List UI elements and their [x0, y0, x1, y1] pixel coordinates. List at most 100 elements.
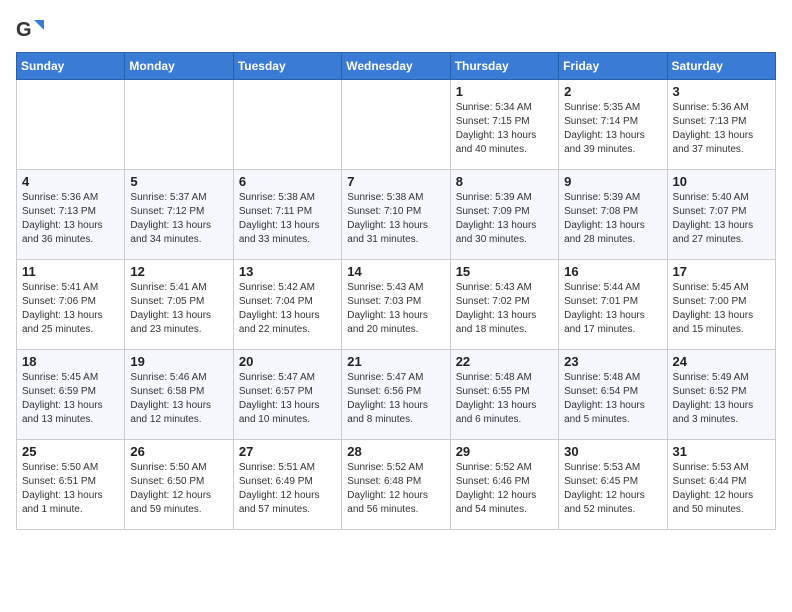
day-number: 17: [673, 264, 770, 279]
day-info: Sunrise: 5:39 AMSunset: 7:08 PMDaylight:…: [564, 191, 661, 247]
day-info: Sunrise: 5:43 AMSunset: 7:02 PMDaylight:…: [456, 281, 553, 337]
calendar-cell: 25 Sunrise: 5:50 AMSunset: 6:51 PMDayligh…: [17, 440, 125, 530]
calendar-cell: 10 Sunrise: 5:40 AMSunset: 7:07 PMDayligh…: [667, 170, 775, 260]
calendar-cell: 24 Sunrise: 5:49 AMSunset: 6:52 PMDayligh…: [667, 350, 775, 440]
week-row-4: 25 Sunrise: 5:50 AMSunset: 6:51 PMDayligh…: [17, 440, 776, 530]
day-info: Sunrise: 5:46 AMSunset: 6:58 PMDaylight:…: [130, 371, 227, 427]
calendar-cell: 6 Sunrise: 5:38 AMSunset: 7:11 PMDaylight…: [233, 170, 341, 260]
day-number: 26: [130, 444, 227, 459]
day-number: 11: [22, 264, 119, 279]
day-header-thursday: Thursday: [450, 53, 558, 80]
day-info: Sunrise: 5:53 AMSunset: 6:45 PMDaylight:…: [564, 461, 661, 517]
day-number: 2: [564, 84, 661, 99]
calendar-cell: 16 Sunrise: 5:44 AMSunset: 7:01 PMDayligh…: [559, 260, 667, 350]
day-number: 12: [130, 264, 227, 279]
day-info: Sunrise: 5:34 AMSunset: 7:15 PMDaylight:…: [456, 101, 553, 157]
calendar-cell: [342, 80, 450, 170]
day-number: 23: [564, 354, 661, 369]
day-info: Sunrise: 5:43 AMSunset: 7:03 PMDaylight:…: [347, 281, 444, 337]
calendar-cell: 29 Sunrise: 5:52 AMSunset: 6:46 PMDayligh…: [450, 440, 558, 530]
calendar-cell: 27 Sunrise: 5:51 AMSunset: 6:49 PMDayligh…: [233, 440, 341, 530]
logo-icon: G: [16, 16, 44, 44]
day-info: Sunrise: 5:37 AMSunset: 7:12 PMDaylight:…: [130, 191, 227, 247]
day-info: Sunrise: 5:48 AMSunset: 6:54 PMDaylight:…: [564, 371, 661, 427]
calendar-cell: 2 Sunrise: 5:35 AMSunset: 7:14 PMDaylight…: [559, 80, 667, 170]
calendar-cell: [233, 80, 341, 170]
day-info: Sunrise: 5:49 AMSunset: 6:52 PMDaylight:…: [673, 371, 770, 427]
calendar-cell: 8Sunrise: 5:39 AMSunset: 7:09 PMDaylight…: [450, 170, 558, 260]
day-number: 13: [239, 264, 336, 279]
day-info: Sunrise: 5:45 AMSunset: 7:00 PMDaylight:…: [673, 281, 770, 337]
calendar-body: 1 Sunrise: 5:34 AMSunset: 7:15 PMDaylight…: [17, 80, 776, 530]
calendar-cell: [125, 80, 233, 170]
day-number: 29: [456, 444, 553, 459]
day-header-friday: Friday: [559, 53, 667, 80]
calendar-cell: 13 Sunrise: 5:42 AMSunset: 7:04 PMDayligh…: [233, 260, 341, 350]
week-row-2: 11Sunrise: 5:41 AMSunset: 7:06 PMDayligh…: [17, 260, 776, 350]
day-number: 21: [347, 354, 444, 369]
calendar-cell: 18 Sunrise: 5:45 AMSunset: 6:59 PMDayligh…: [17, 350, 125, 440]
day-info: Sunrise: 5:41 AMSunset: 7:05 PMDaylight:…: [130, 281, 227, 337]
week-row-0: 1 Sunrise: 5:34 AMSunset: 7:15 PMDaylight…: [17, 80, 776, 170]
calendar-cell: 21 Sunrise: 5:47 AMSunset: 6:56 PMDayligh…: [342, 350, 450, 440]
day-info: Sunrise: 5:47 AMSunset: 6:56 PMDaylight:…: [347, 371, 444, 427]
day-number: 10: [673, 174, 770, 189]
calendar-cell: 31Sunrise: 5:53 AMSunset: 6:44 PMDayligh…: [667, 440, 775, 530]
calendar-cell: 23 Sunrise: 5:48 AMSunset: 6:54 PMDayligh…: [559, 350, 667, 440]
day-info: Sunrise: 5:51 AMSunset: 6:49 PMDaylight:…: [239, 461, 336, 517]
day-number: 18: [22, 354, 119, 369]
day-number: 16: [564, 264, 661, 279]
day-info: Sunrise: 5:35 AMSunset: 7:14 PMDaylight:…: [564, 101, 661, 157]
day-number: 27: [239, 444, 336, 459]
calendar-cell: 15Sunrise: 5:43 AMSunset: 7:02 PMDayligh…: [450, 260, 558, 350]
day-number: 30: [564, 444, 661, 459]
day-number: 20: [239, 354, 336, 369]
day-info: Sunrise: 5:45 AMSunset: 6:59 PMDaylight:…: [22, 371, 119, 427]
calendar-cell: 12 Sunrise: 5:41 AMSunset: 7:05 PMDayligh…: [125, 260, 233, 350]
calendar-cell: 3Sunrise: 5:36 AMSunset: 7:13 PMDaylight…: [667, 80, 775, 170]
calendar-cell: 30 Sunrise: 5:53 AMSunset: 6:45 PMDayligh…: [559, 440, 667, 530]
day-number: 22: [456, 354, 553, 369]
calendar-cell: 17 Sunrise: 5:45 AMSunset: 7:00 PMDayligh…: [667, 260, 775, 350]
week-row-3: 18 Sunrise: 5:45 AMSunset: 6:59 PMDayligh…: [17, 350, 776, 440]
week-row-1: 4 Sunrise: 5:36 AMSunset: 7:13 PMDaylight…: [17, 170, 776, 260]
calendar-cell: 5 Sunrise: 5:37 AMSunset: 7:12 PMDaylight…: [125, 170, 233, 260]
day-number: 14: [347, 264, 444, 279]
day-number: 24: [673, 354, 770, 369]
svg-text:G: G: [16, 19, 32, 41]
day-info: Sunrise: 5:48 AMSunset: 6:55 PMDaylight:…: [456, 371, 553, 427]
day-info: Sunrise: 5:38 AMSunset: 7:11 PMDaylight:…: [239, 191, 336, 247]
calendar-cell: 22 Sunrise: 5:48 AMSunset: 6:55 PMDayligh…: [450, 350, 558, 440]
calendar-table: SundayMondayTuesdayWednesdayThursdayFrid…: [16, 52, 776, 530]
day-info: Sunrise: 5:50 AMSunset: 6:51 PMDaylight:…: [22, 461, 119, 517]
day-info: Sunrise: 5:42 AMSunset: 7:04 PMDaylight:…: [239, 281, 336, 337]
day-header-monday: Monday: [125, 53, 233, 80]
day-info: Sunrise: 5:52 AMSunset: 6:48 PMDaylight:…: [347, 461, 444, 517]
day-number: 5: [130, 174, 227, 189]
day-header-wednesday: Wednesday: [342, 53, 450, 80]
calendar-cell: 9 Sunrise: 5:39 AMSunset: 7:08 PMDaylight…: [559, 170, 667, 260]
day-number: 31: [673, 444, 770, 459]
days-header-row: SundayMondayTuesdayWednesdayThursdayFrid…: [17, 53, 776, 80]
day-header-tuesday: Tuesday: [233, 53, 341, 80]
day-number: 6: [239, 174, 336, 189]
calendar-cell: 4 Sunrise: 5:36 AMSunset: 7:13 PMDaylight…: [17, 170, 125, 260]
day-info: Sunrise: 5:36 AMSunset: 7:13 PMDaylight:…: [22, 191, 119, 247]
day-header-saturday: Saturday: [667, 53, 775, 80]
day-number: 3: [673, 84, 770, 99]
day-info: Sunrise: 5:39 AMSunset: 7:09 PMDaylight:…: [456, 191, 553, 247]
day-info: Sunrise: 5:44 AMSunset: 7:01 PMDaylight:…: [564, 281, 661, 337]
calendar-cell: 11Sunrise: 5:41 AMSunset: 7:06 PMDayligh…: [17, 260, 125, 350]
day-number: 28: [347, 444, 444, 459]
day-info: Sunrise: 5:40 AMSunset: 7:07 PMDaylight:…: [673, 191, 770, 247]
day-number: 25: [22, 444, 119, 459]
day-number: 4: [22, 174, 119, 189]
day-number: 1: [456, 84, 553, 99]
day-info: Sunrise: 5:50 AMSunset: 6:50 PMDaylight:…: [130, 461, 227, 517]
header: G: [16, 16, 776, 44]
logo: G: [16, 16, 48, 44]
day-info: Sunrise: 5:52 AMSunset: 6:46 PMDaylight:…: [456, 461, 553, 517]
calendar-cell: 7Sunrise: 5:38 AMSunset: 7:10 PMDaylight…: [342, 170, 450, 260]
day-number: 9: [564, 174, 661, 189]
calendar-cell: 26 Sunrise: 5:50 AMSunset: 6:50 PMDayligh…: [125, 440, 233, 530]
